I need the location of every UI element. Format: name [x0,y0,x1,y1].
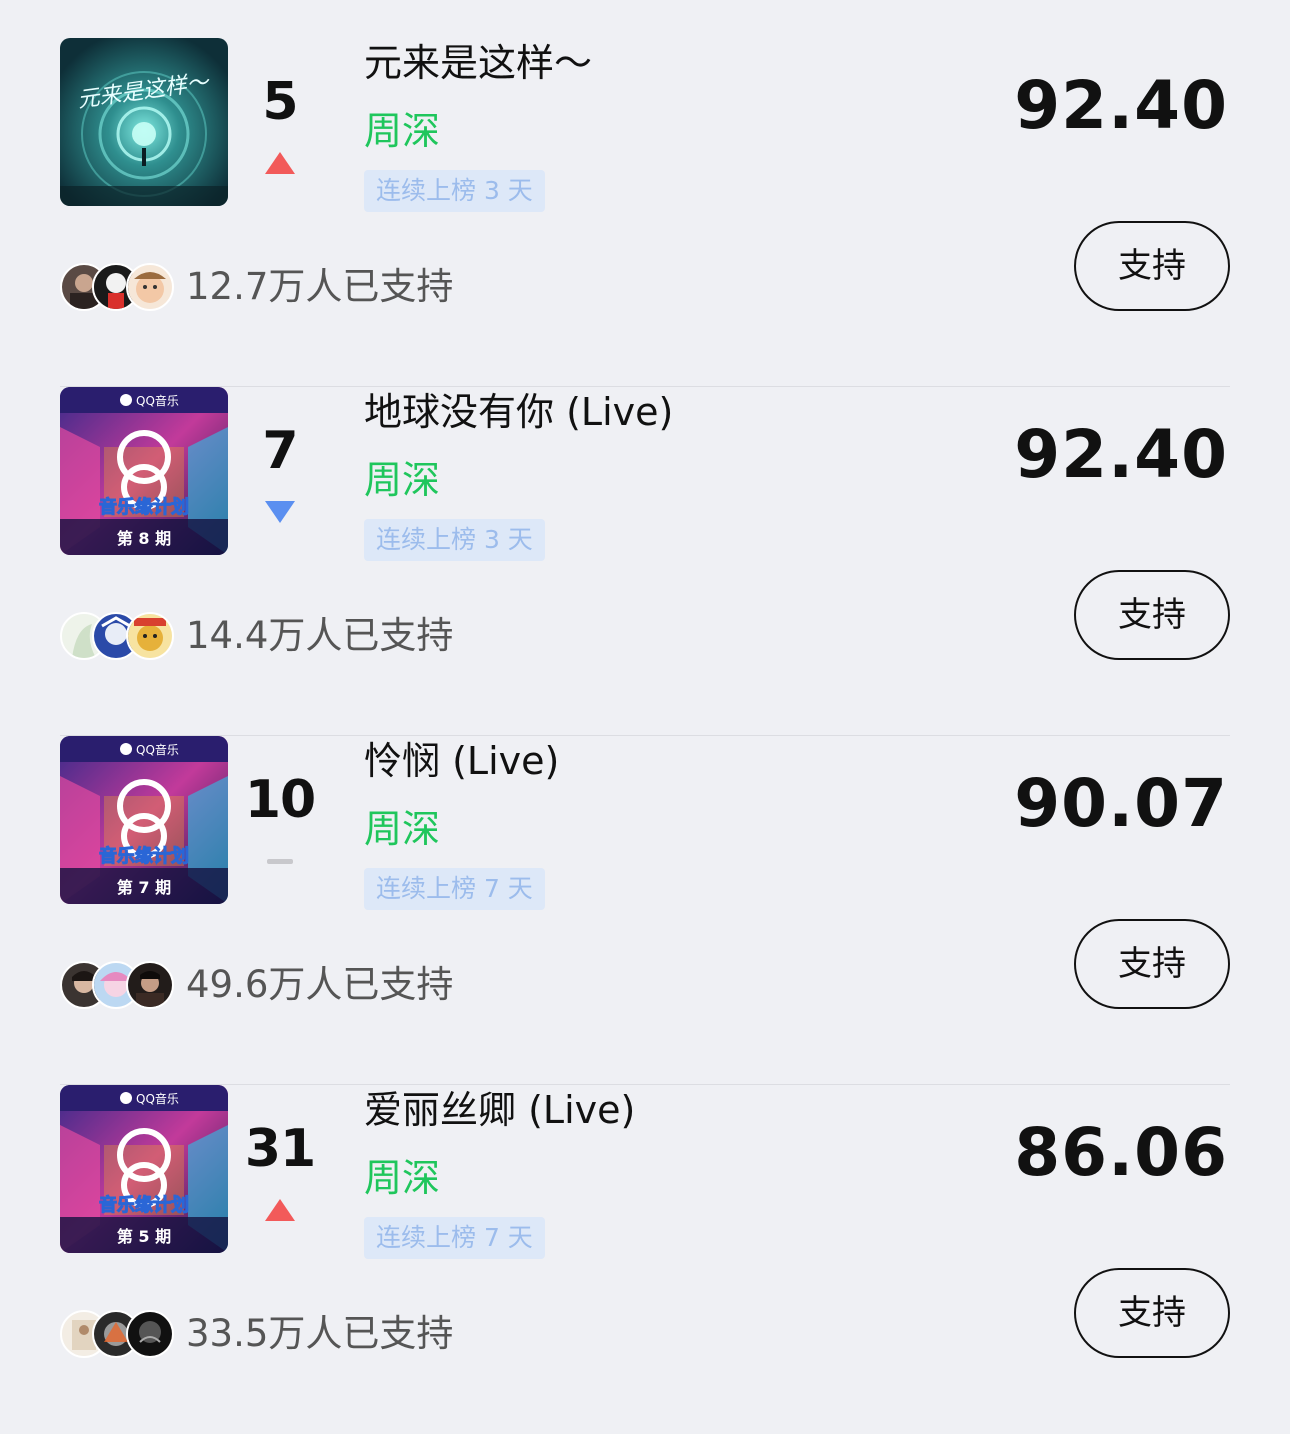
chart-entry[interactable]: 元来是这样～ 5 元来是这样～ 周深 连续上榜 3 天 92.40 12.7万人… [60,38,1230,387]
score-value: 92.40 [1014,67,1228,144]
avatar [126,612,174,660]
supporter-count: 33.5万人已支持 [186,1312,454,1355]
song-title[interactable]: 爱丽丝卿 (Live) [364,1087,635,1133]
cover-brand: QQ音乐 [136,742,179,757]
streak-badge: 连续上榜 3 天 [364,519,545,561]
chart-entry[interactable]: QQ音乐 音乐缘计划 第 8 期 7 地球没有你 (Live) 周深 连续上榜 … [60,387,1230,736]
song-title[interactable]: 怜悯 (Live) [364,738,559,784]
support-button[interactable]: 支持 [1074,570,1230,660]
supporter-avatars [60,961,180,1009]
chart-entry[interactable]: QQ音乐 音乐缘计划 第 5 期 31 爱丽丝卿 (Live) 周深 连续上榜 … [60,1085,1230,1434]
cover-brand: QQ音乐 [136,1091,179,1106]
rank-number: 10 [244,770,316,830]
trend-flat-icon [228,850,332,874]
support-button[interactable]: 支持 [1074,1268,1230,1358]
cover-show: 音乐缘计划 [99,496,189,518]
album-cover[interactable]: QQ音乐 音乐缘计划 第 8 期 [60,387,228,555]
album-cover[interactable]: QQ音乐 音乐缘计划 第 5 期 [60,1085,228,1253]
chart-entry[interactable]: QQ音乐 音乐缘计划 第 7 期 10 怜悯 (Live) 周深 连续上榜 7 … [60,736,1230,1085]
streak-badge: 连续上榜 3 天 [364,170,545,212]
artist-name[interactable]: 周深 [364,108,440,154]
rank-indicator: 31 [228,1085,332,1253]
rank-number: 7 [262,421,298,481]
supporter-count: 14.4万人已支持 [186,614,454,657]
trend-up-icon [228,152,332,176]
cover-brand: QQ音乐 [136,393,179,408]
score-value: 86.06 [1014,1114,1228,1191]
artist-name[interactable]: 周深 [364,457,440,503]
chart-entry-list: 元来是这样～ 5 元来是这样～ 周深 连续上榜 3 天 92.40 12.7万人… [0,0,1290,1388]
song-title[interactable]: 地球没有你 (Live) [364,389,673,435]
support-button[interactable]: 支持 [1074,919,1230,1009]
trend-up-icon [228,1199,332,1223]
avatar [126,961,174,1009]
supporter-count: 49.6万人已支持 [186,963,454,1006]
score-value: 90.07 [1014,765,1228,842]
album-cover[interactable]: 元来是这样～ [60,38,228,206]
rank-indicator: 7 [228,387,332,555]
supporter-avatars [60,1310,180,1358]
cover-episode: 第 8 期 [117,529,171,548]
supporter-count: 12.7万人已支持 [186,265,454,308]
song-title[interactable]: 元来是这样～ [364,40,592,86]
album-cover[interactable]: QQ音乐 音乐缘计划 第 7 期 [60,736,228,904]
artist-name[interactable]: 周深 [364,1155,440,1201]
rank-number: 5 [262,72,298,132]
supporter-avatars [60,263,180,311]
score-value: 92.40 [1014,416,1228,493]
streak-badge: 连续上榜 7 天 [364,1217,545,1259]
rank-indicator: 5 [228,38,332,206]
avatar [126,1310,174,1358]
cover-episode: 第 7 期 [117,878,171,897]
trend-down-icon [228,501,332,525]
cover-show: 音乐缘计划 [99,1194,189,1216]
supporter-avatars [60,612,180,660]
rank-indicator: 10 [228,736,332,904]
support-button[interactable]: 支持 [1074,221,1230,311]
rank-number: 31 [244,1119,316,1179]
avatar [126,263,174,311]
artist-name[interactable]: 周深 [364,806,440,852]
cover-episode: 第 5 期 [117,1227,171,1246]
cover-show: 音乐缘计划 [99,845,189,867]
streak-badge: 连续上榜 7 天 [364,868,545,910]
